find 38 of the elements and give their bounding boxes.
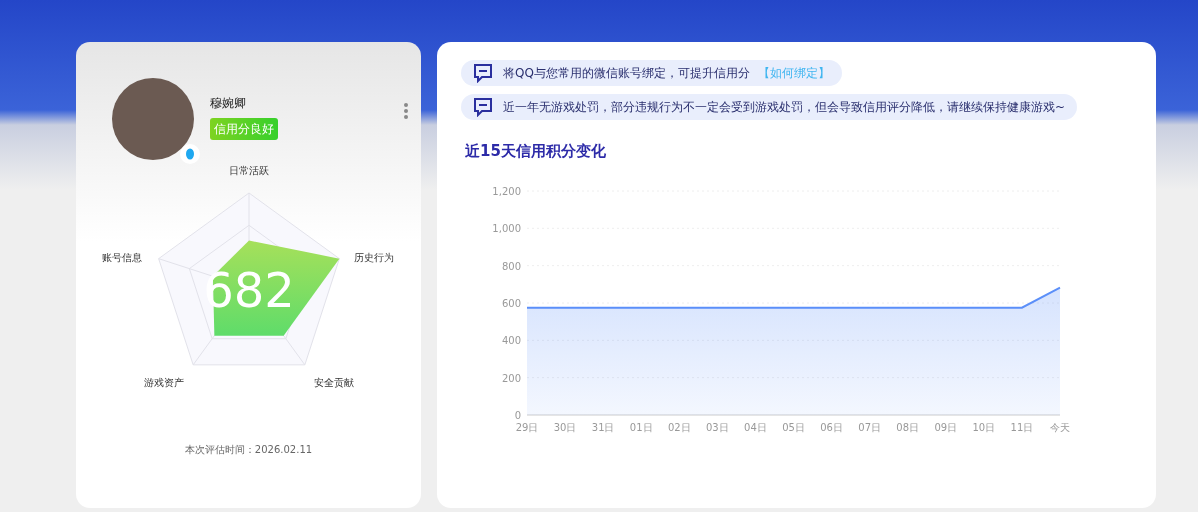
x-axis-label: 29日 [515,421,539,433]
how-to-bind-link[interactable]: 【如何绑定】 [757,66,830,80]
notice-text: 将QQ与您常用的微信账号绑定，可提升信用分 【如何绑定】 [503,65,830,82]
radar-label: 历史行为 [354,252,394,263]
x-axis-label: 06日 [820,421,843,433]
x-axis-label: 30日 [553,421,577,433]
x-axis-label: 05日 [782,421,805,433]
radar-label: 游戏资产 [144,377,184,388]
message-icon [473,63,493,83]
y-axis-label: 800 [501,260,521,272]
notice-text: 近一年无游戏处罚，部分违规行为不一定会受到游戏处罚，但会导致信用评分降低，请继续保持健康游戏~ [503,99,1066,116]
y-axis-label: 1,200 [492,185,521,197]
x-axis-label: 04日 [744,421,767,433]
x-axis-label: 08日 [896,421,920,433]
x-axis-label: 今天 [1050,421,1070,433]
penguin-icon [180,144,200,164]
x-axis-label: 31日 [591,421,615,433]
x-axis-label: 03日 [706,421,729,433]
more-icon[interactable] [403,102,409,120]
y-axis-label: 600 [501,297,521,309]
chart-title: 近15天信用积分变化 [465,141,607,162]
y-axis-label: 200 [501,372,521,384]
x-axis-label: 01日 [629,421,653,433]
x-axis-label: 09日 [934,421,958,433]
x-axis-label: 07日 [858,421,881,433]
user-name: 穆婉卿 [210,95,247,112]
x-axis-label: 10日 [972,421,996,433]
radar-label: 安全贡献 [314,377,354,388]
evaluation-time: 本次评估时间：2026.02.11 [183,443,314,457]
x-axis-label: 11日 [1010,421,1034,433]
message-icon [473,97,493,117]
credit-status-label: 信用分良好 [210,118,278,140]
y-axis-label: 0 [514,409,521,421]
radar-label: 日常活跃 [229,165,269,176]
radar-label: 账号信息 [102,252,142,263]
x-axis-label: 02日 [667,421,691,433]
y-axis-label: 400 [501,334,521,346]
y-axis-label: 1,000 [492,222,521,234]
